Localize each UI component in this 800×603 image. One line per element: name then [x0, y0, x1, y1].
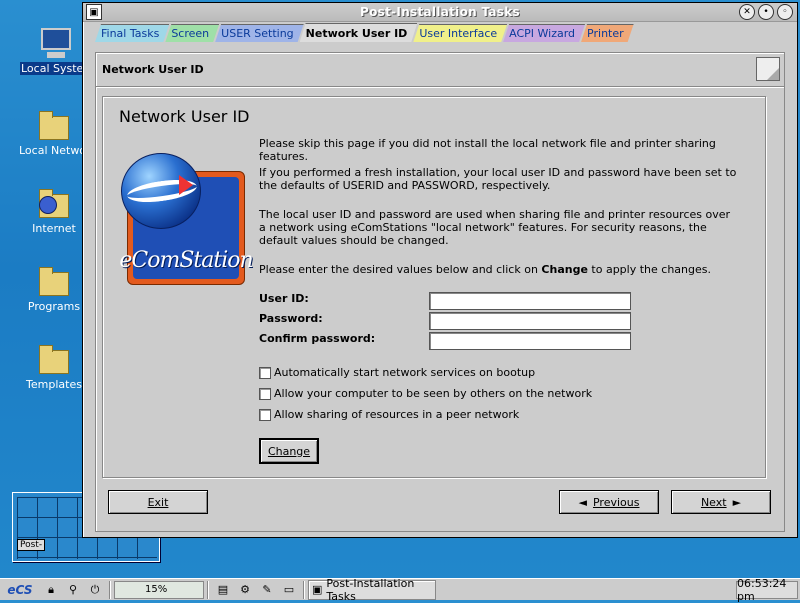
paint-icon[interactable]: ✎ [258, 581, 276, 599]
task-window-icon: ▣ [312, 583, 323, 596]
instruction-text: Please enter the desired values below an… [259, 263, 542, 276]
previous-button[interactable]: ◄ Previous [559, 490, 659, 514]
checkbox-box[interactable] [259, 408, 271, 421]
desktop-icon-programs[interactable]: Programs [18, 264, 90, 313]
power-icon[interactable]: ⏻ [86, 581, 104, 599]
programs-folder-icon [37, 264, 71, 298]
exit-button[interactable]: Exit [108, 490, 208, 514]
previous-button-label: Previous [592, 495, 640, 509]
desktop-icon-label: Internet [32, 222, 76, 235]
post-install-window: ▣ Post-Installation Tasks ✕ • ◦ Final Ta… [82, 2, 798, 538]
next-button[interactable]: Next ► [671, 490, 771, 514]
tab-strip: Final Tasks Screen USER Setting Network … [83, 22, 797, 42]
tab-label: Final Tasks [101, 27, 160, 40]
exit-button-label: Exit [147, 495, 169, 509]
page-turn-icon[interactable] [756, 57, 780, 81]
tab-user-interface[interactable]: User Interface [413, 24, 507, 42]
search-icon[interactable]: ⚲ [64, 581, 82, 599]
drive-icon[interactable]: ▭ [280, 581, 298, 599]
info-text-defaults: If you performed a fresh installation, y… [259, 166, 737, 192]
maximize-icon[interactable]: ◦ [777, 4, 793, 20]
tool-icon[interactable]: ⚙ [236, 581, 254, 599]
password-input[interactable] [429, 312, 631, 330]
tab-label: User Interface [419, 27, 498, 40]
checkbox-label: Allow your computer to be seen by others… [274, 387, 593, 400]
desktop-icon-local-network[interactable]: Local Network [18, 108, 97, 157]
tab-label: USER Setting [221, 27, 294, 40]
taskbar: eCS 🔒︎ ⚲ ⏻ 15% ▤ ⚙ ✎ ▭ ▣ Post-Installati… [0, 576, 800, 603]
checkbox-box[interactable] [259, 387, 271, 400]
checkbox-visible-on-network[interactable]: Allow your computer to be seen by others… [259, 387, 592, 400]
desktop-icon-internet[interactable]: Internet [18, 186, 90, 235]
tab-user-setting[interactable]: USER Setting [215, 24, 304, 42]
page-header: Network User ID [96, 53, 784, 87]
checkbox-box[interactable] [259, 366, 271, 379]
title-bar[interactable]: ▣ Post-Installation Tasks ✕ • ◦ [83, 3, 797, 22]
info-text-security: The local user ID and password are used … [259, 208, 731, 247]
window-title: Post-Installation Tasks [360, 5, 520, 19]
task-label: Post-Installation Tasks [326, 576, 415, 603]
logo-text: eComStation [119, 248, 253, 273]
tab-acpi-wizard[interactable]: ACPI Wizard [503, 24, 585, 42]
tab-final-tasks[interactable]: Final Tasks [95, 24, 169, 42]
clock: 06:53:24 pm [736, 577, 798, 603]
next-arrow-icon: ► [732, 495, 742, 509]
tab-label: Screen [171, 27, 210, 40]
taskbar-separator [207, 580, 209, 599]
pager-window-label[interactable]: Post- [17, 539, 46, 551]
ecs-start-icon[interactable]: eCS [2, 581, 38, 599]
tab-label: Printer [587, 27, 624, 40]
computer-icon [39, 26, 73, 60]
change-button-label: Change [267, 444, 311, 458]
info-text-skip: Please skip this page if you did not ins… [259, 137, 716, 163]
internet-folder-icon [37, 186, 71, 220]
taskbar-task-post-install[interactable]: ▣ Post-Installation Tasks [308, 576, 436, 603]
previous-arrow-icon: ◄ [578, 495, 587, 509]
checkbox-label: Allow sharing of resources in a peer net… [274, 408, 520, 421]
tab-printer[interactable]: Printer [581, 24, 634, 42]
lock-icon[interactable]: 🔒︎ [42, 581, 60, 599]
ecomstation-logo: eComStation [119, 153, 254, 285]
cpu-load-graph: 15% [114, 580, 204, 599]
confirm-password-input[interactable] [429, 332, 631, 350]
templates-folder-icon [37, 342, 71, 376]
panel-title: Network User ID [119, 107, 250, 126]
desktop-icon-label: Programs [27, 300, 81, 313]
cpu-load-label: 15% [145, 583, 168, 595]
desktop-icon-templates[interactable]: Templates [18, 342, 90, 391]
taskbar-separator [109, 580, 111, 599]
minimize-icon[interactable]: • [758, 4, 774, 20]
tab-label: ACPI Wizard [509, 27, 576, 40]
instruction-change-word: Change [541, 263, 588, 276]
tab-screen[interactable]: Screen [165, 24, 219, 42]
password-label: Password: [259, 312, 323, 325]
user-id-input[interactable] [429, 292, 631, 310]
info-text-instructions: Please enter the desired values below an… [259, 263, 739, 276]
tab-label: Network User ID [305, 26, 408, 40]
taskbar-separator [303, 580, 305, 599]
checkbox-peer-sharing[interactable]: Allow sharing of resources in a peer net… [259, 408, 519, 421]
tab-network-user-id[interactable]: Network User ID [300, 23, 418, 42]
desktop-icon-label: Local Network [19, 144, 97, 157]
next-button-label: Next [700, 495, 727, 509]
checkbox-autostart-network[interactable]: Automatically start network services on … [259, 366, 535, 379]
network-folder-icon [37, 108, 71, 142]
instruction-text-end: to apply the changes. [587, 263, 711, 276]
notebook-page: Network User ID Network User ID eComStat… [95, 52, 785, 532]
close-icon[interactable]: ✕ [739, 4, 755, 20]
confirm-password-label: Confirm password: [259, 332, 376, 345]
window-list-icon[interactable]: ▤ [214, 581, 232, 599]
user-id-label: User ID: [259, 292, 309, 305]
desktop-icon-label: Templates [26, 378, 82, 391]
change-button[interactable]: Change [259, 438, 319, 464]
content-panel: Network User ID eComStation Please skip … [102, 96, 766, 478]
checkbox-label: Automatically start network services on … [274, 366, 536, 379]
